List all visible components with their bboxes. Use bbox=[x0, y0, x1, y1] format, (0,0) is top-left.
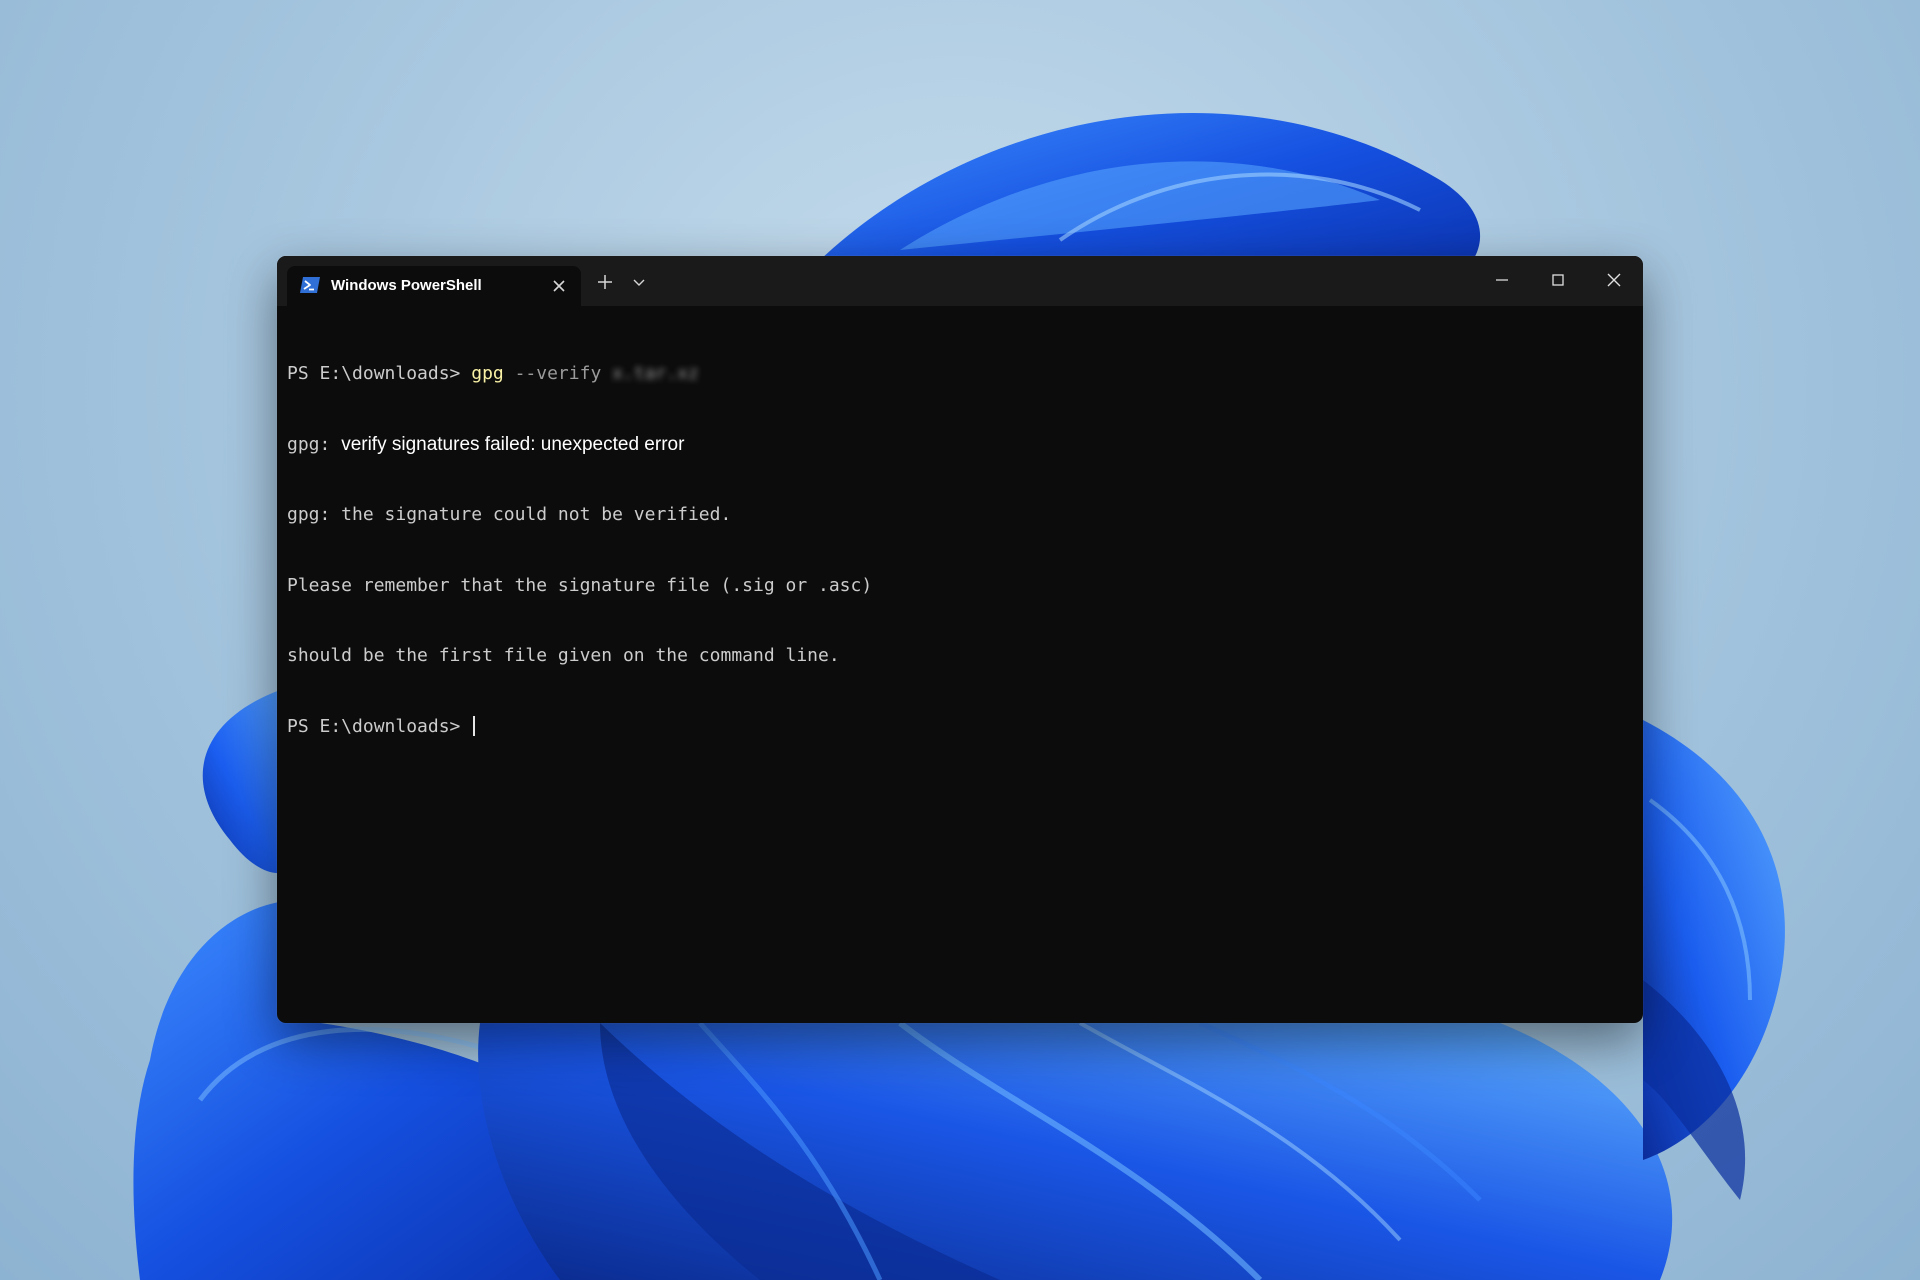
error-message: verify signatures failed: unexpected err… bbox=[341, 433, 685, 455]
close-icon[interactable] bbox=[549, 276, 569, 296]
prompt-line[interactable]: PS E:\downloads> bbox=[287, 715, 1633, 739]
error-prefix: gpg: bbox=[287, 433, 342, 455]
output-line: Please remember that the signature file … bbox=[287, 574, 873, 596]
output-line: should be the first file given on the co… bbox=[287, 645, 840, 666]
command-name: gpg bbox=[471, 363, 504, 384]
minimize-icon[interactable] bbox=[1490, 268, 1514, 292]
close-icon[interactable] bbox=[1602, 268, 1626, 292]
command-line: PS E:\downloads> gpg --verify x.tar.xz bbox=[287, 362, 1633, 386]
terminal-window: Windows PowerShell PS E:\downloads> gpg … bbox=[277, 256, 1643, 1023]
tab-windows-powershell[interactable]: Windows PowerShell bbox=[287, 266, 581, 306]
plus-icon[interactable] bbox=[595, 272, 615, 292]
console-output[interactable]: PS E:\downloads> gpg --verify x.tar.xz g… bbox=[287, 315, 1633, 1023]
prompt: PS E:\downloads> bbox=[287, 715, 472, 737]
text-cursor bbox=[473, 715, 476, 736]
title-bar[interactable]: Windows PowerShell bbox=[277, 256, 1643, 306]
obscured-filename: x.tar.xz bbox=[612, 363, 699, 384]
chevron-down-icon[interactable] bbox=[631, 274, 647, 290]
maximize-icon[interactable] bbox=[1546, 268, 1570, 292]
prompt: PS E:\downloads> bbox=[287, 363, 472, 384]
output-line: gpg: the signature could not be verified… bbox=[287, 504, 732, 525]
tab-title: Windows PowerShell bbox=[331, 277, 482, 294]
error-line: gpg: verify signatures failed: unexpecte… bbox=[287, 433, 1633, 457]
command-flag: --verify bbox=[503, 363, 613, 384]
powershell-icon bbox=[300, 277, 320, 293]
